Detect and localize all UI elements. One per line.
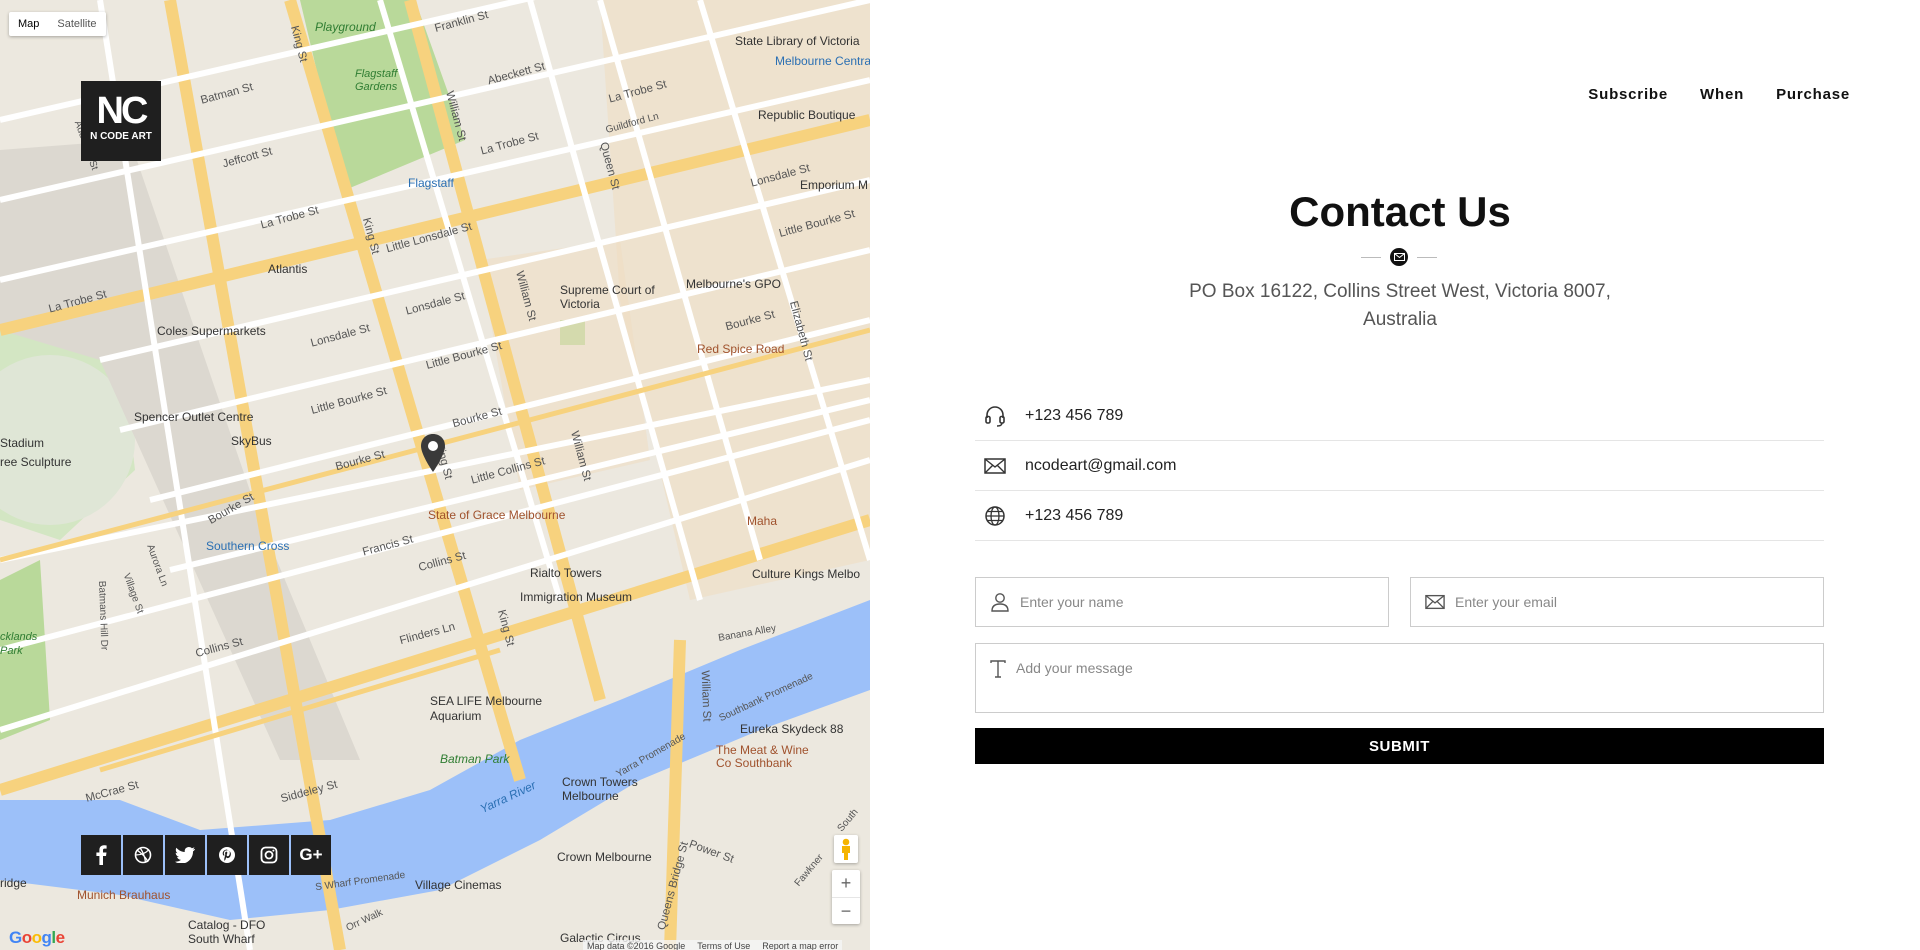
map[interactable]: Playground Flagstaff Gardens State Libra… <box>0 0 870 950</box>
map-label-batman-park: Batman Park <box>440 752 510 766</box>
map-label-eureka: Eureka Skydeck 88 <box>740 722 844 736</box>
email-input[interactable] <box>1455 594 1755 610</box>
page-title: Contact Us <box>1289 188 1511 235</box>
location-pin-icon[interactable] <box>421 434 445 472</box>
contact-email-row: ncodeart@gmail.com <box>975 441 1824 491</box>
email-field[interactable] <box>1410 577 1824 627</box>
map-type-map-button[interactable]: Map <box>9 12 48 36</box>
street-william-4: William St <box>698 670 713 722</box>
map-label-sea-life: SEA LIFE Melbourne Aquarium <box>430 694 543 723</box>
name-field[interactable] <box>975 577 1389 627</box>
map-label-maha: Maha <box>747 514 778 528</box>
terms-of-use-link[interactable]: Terms of Use <box>697 940 750 950</box>
contact-website-row: +123 456 789 <box>975 491 1824 541</box>
pinterest-icon[interactable] <box>207 835 247 875</box>
nav-purchase[interactable]: Purchase <box>1776 86 1850 103</box>
map-label-republic-boutique: Republic Boutique <box>758 108 856 122</box>
text-icon <box>990 660 1006 678</box>
map-type-satellite-button[interactable]: Satellite <box>48 12 105 36</box>
map-label-melbourne-central: Melbourne Central <box>775 54 870 68</box>
twitter-icon[interactable] <box>165 835 205 875</box>
zoom-in-button[interactable]: + <box>832 870 860 897</box>
submit-button[interactable]: SUBMIT <box>975 728 1824 764</box>
map-label-supreme-court: Supreme Court of Victoria <box>560 283 655 311</box>
main-nav: Subscribe When Purchase <box>1588 86 1850 103</box>
map-label-meat-wine: The Meat & Wine Co Southbank <box>716 743 809 770</box>
map-label-flagstaff-gardens: Flagstaff Gardens <box>355 68 398 93</box>
contact-address: PO Box 16122, Collins Street West, Victo… <box>1189 281 1611 330</box>
envelope-input-icon <box>1425 594 1445 610</box>
map-label-rialto: Rialto Towers <box>530 566 602 580</box>
map-label-catalog: Catalog - DFO South Wharf <box>188 918 266 946</box>
social-links: G+ <box>81 835 331 875</box>
site-logo[interactable]: NC N CODE ART <box>81 81 161 161</box>
map-label-crown-melbourne: Crown Melbourne <box>557 850 652 864</box>
nav-subscribe[interactable]: Subscribe <box>1588 86 1668 103</box>
zoom-out-button[interactable]: − <box>832 897 860 924</box>
map-attribution: Map data ©2016 Google Terms of Use Repor… <box>583 940 843 950</box>
map-label-atlantis: Atlantis <box>268 262 308 276</box>
map-label-immigration: Immigration Museum <box>520 590 633 604</box>
report-map-error-link[interactable]: Report a map error <box>762 940 838 950</box>
map-label-munich: Munich Brauhaus <box>77 888 171 902</box>
map-label-crown-towers: Crown Towers Melbourne <box>562 775 638 803</box>
map-label-coles: Coles Supermarkets <box>157 324 266 338</box>
contact-phone-row: +123 456 789 <box>975 391 1824 441</box>
google-plus-icon[interactable]: G+ <box>291 835 331 875</box>
map-label-melbourne-gpo: Melbourne's GPO <box>686 277 781 291</box>
map-label-red-spice: Red Spice Road <box>697 342 785 356</box>
map-data-credit: Map data ©2016 Google <box>587 941 686 950</box>
title-divider <box>1361 248 1437 266</box>
google-logo[interactable]: Google <box>9 928 65 948</box>
map-label-tree-sculpture: ree Sculpture <box>0 455 72 469</box>
name-input[interactable] <box>1020 594 1320 610</box>
map-label-playground: Playground <box>315 20 376 34</box>
contact-phone[interactable]: +123 456 789 <box>1025 407 1123 425</box>
instagram-icon[interactable] <box>249 835 289 875</box>
divider-line-left <box>1361 256 1381 258</box>
facebook-icon[interactable] <box>81 835 121 875</box>
message-field[interactable]: Add your message <box>975 643 1824 713</box>
contact-website[interactable]: +123 456 789 <box>1025 507 1123 525</box>
map-label-spencer-outlet: Spencer Outlet Centre <box>134 410 254 424</box>
divider-line-right <box>1417 256 1437 258</box>
logo-brand-name: N CODE ART <box>90 131 152 142</box>
message-placeholder: Add your message <box>1016 660 1133 676</box>
map-label-village-cinemas: Village Cinemas <box>415 878 502 892</box>
map-label-bridge: ridge <box>0 876 27 890</box>
logo-monogram: NC <box>96 90 149 132</box>
contact-email[interactable]: ncodeart@gmail.com <box>1025 457 1176 475</box>
zoom-control: + − <box>832 870 860 924</box>
map-label-stadium: Stadium <box>0 436 45 450</box>
map-label-southern-cross: Southern Cross <box>206 539 290 553</box>
nav-when[interactable]: When <box>1700 86 1744 103</box>
contact-info-list: +123 456 789 ncodeart@gmail.com +123 456… <box>975 391 1824 541</box>
map-label-state-library: State Library of Victoria <box>735 34 860 48</box>
street-view-pegman-icon[interactable] <box>834 835 858 863</box>
map-label-flagstaff: Flagstaff <box>408 176 454 190</box>
map-label-emporium: Emporium M <box>800 178 869 192</box>
map-label-culture-kings: Culture Kings Melbo <box>752 567 861 581</box>
map-type-control: Map Satellite <box>9 12 106 36</box>
globe-icon <box>965 505 1025 527</box>
envelope-badge-icon <box>1390 248 1408 266</box>
headset-icon <box>965 405 1025 427</box>
map-label-docklands: cklands Park <box>0 631 38 657</box>
map-label-skybus: SkyBus <box>231 434 272 448</box>
user-icon <box>991 593 1009 612</box>
dribbble-icon[interactable] <box>123 835 163 875</box>
envelope-icon <box>965 457 1025 474</box>
map-label-state-of-grace: State of Grace Melbourne <box>428 508 566 522</box>
